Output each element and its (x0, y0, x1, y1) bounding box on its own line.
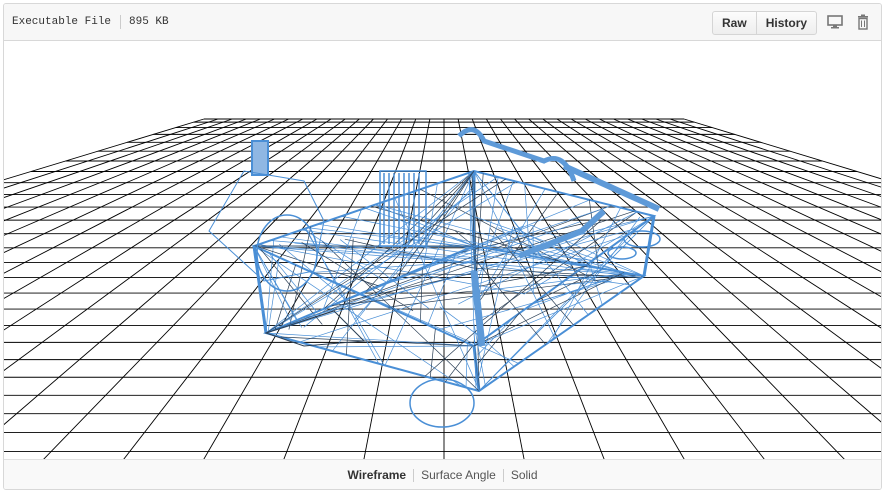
file-type: Executable File (12, 16, 112, 28)
pipe (562, 163, 661, 212)
mesh-edge (317, 345, 475, 348)
file-info: Executable File 895 KB (12, 15, 169, 29)
pipe (470, 270, 486, 347)
surface-angle-mode[interactable]: Surface Angle (414, 468, 503, 482)
divider (120, 15, 122, 29)
grid-line (4, 118, 247, 209)
grid-line (542, 118, 881, 369)
raw-button[interactable]: Raw (713, 12, 756, 34)
model-viewer[interactable] (4, 41, 882, 459)
mesh-edge (429, 328, 436, 378)
grid-line (4, 118, 346, 371)
wheel (607, 246, 637, 260)
file-viewer: Executable File 895 KB Raw History Wiref… (3, 3, 882, 490)
wireframe-mode[interactable]: Wireframe (341, 468, 414, 482)
trash-icon[interactable] (854, 14, 872, 30)
mesh-edge (253, 245, 303, 328)
grid-line (655, 118, 881, 197)
render-mode-bar: Wireframe Surface Angle Solid (4, 459, 881, 489)
grid-line (556, 118, 881, 329)
desktop-icon[interactable] (826, 14, 844, 30)
grid-line (613, 118, 881, 235)
grid-line (4, 118, 261, 222)
grid-line (4, 118, 360, 426)
grid-line (599, 118, 881, 252)
mesh-edge (264, 310, 366, 347)
file-size: 895 KB (129, 16, 169, 28)
grid-line (584, 118, 881, 273)
grid-line (627, 118, 881, 221)
mesh-edge (444, 345, 474, 383)
mesh-edge (473, 170, 543, 259)
mesh-edge (489, 228, 574, 326)
history-button[interactable]: History (755, 12, 816, 34)
mesh-edge (465, 342, 468, 388)
wheel (256, 214, 318, 292)
grid-line (4, 118, 205, 181)
ground-grid (4, 118, 881, 459)
viewer-canvas[interactable] (4, 41, 882, 459)
grid-line (683, 118, 881, 180)
solid-mode[interactable]: Solid (504, 468, 545, 482)
mesh-edge (265, 176, 498, 334)
grid-line (4, 118, 233, 198)
cylinder (251, 140, 269, 176)
grid-line (4, 118, 289, 254)
grid-line (641, 118, 881, 208)
grid-line (669, 118, 881, 188)
wheel (409, 378, 475, 428)
grid-line (4, 118, 332, 331)
file-actions: Raw History (712, 11, 818, 35)
file-header: Executable File 895 KB Raw History (4, 4, 881, 41)
